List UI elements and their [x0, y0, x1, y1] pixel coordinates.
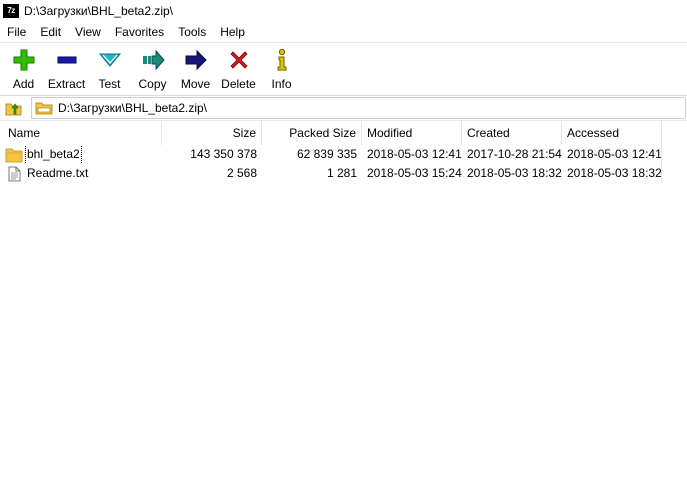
test-button[interactable]: Test [88, 43, 131, 93]
add-icon [11, 47, 37, 73]
menu-favorites[interactable]: Favorites [108, 22, 171, 42]
menu-tools[interactable]: Tools [171, 22, 213, 42]
size-cell: 2 568 [226, 166, 257, 180]
menu-bar: File Edit View Favorites Tools Help [0, 22, 687, 42]
title-bar: 7z D:\Загрузки\BHL_beta2.zip\ [0, 0, 687, 22]
archive-folder-icon [35, 102, 53, 114]
info-icon [269, 47, 295, 73]
extract-label: Extract [47, 77, 86, 91]
extract-icon [54, 47, 80, 73]
copy-button[interactable]: Copy [131, 43, 174, 93]
delete-button[interactable]: Delete [217, 43, 260, 93]
delete-label: Delete [221, 77, 256, 91]
folder-icon [5, 148, 23, 162]
move-button[interactable]: Move [174, 43, 217, 93]
file-name: Readme.txt [27, 166, 89, 180]
menu-view[interactable]: View [68, 22, 108, 42]
add-label: Add [12, 77, 35, 91]
table-row[interactable]: bhl_beta2 143 350 378 62 839 335 2018-05… [0, 145, 687, 164]
add-button[interactable]: Add [2, 43, 45, 93]
name-cell: Readme.txt [0, 164, 162, 183]
created-cell: 2017-10-28 21:54 [467, 147, 562, 161]
window-title: D:\Загрузки\BHL_beta2.zip\ [24, 4, 174, 18]
created-cell: 2018-05-03 18:32 [467, 166, 562, 180]
file-name: bhl_beta2 [25, 145, 82, 164]
menu-edit[interactable]: Edit [33, 22, 68, 42]
column-header-modified[interactable]: Modified [362, 121, 462, 145]
modified-cell: 2018-05-03 12:41 [367, 147, 462, 161]
info-button[interactable]: Info [260, 43, 303, 93]
menu-help[interactable]: Help [213, 22, 252, 42]
column-header-accessed[interactable]: Accessed [562, 121, 662, 145]
test-label: Test [98, 77, 121, 91]
copy-icon [140, 47, 166, 73]
copy-label: Copy [138, 77, 167, 91]
path-input[interactable]: D:\Загрузки\BHL_beta2.zip\ [31, 96, 686, 119]
column-header-name[interactable]: Name [0, 121, 162, 145]
info-label: Info [271, 77, 292, 91]
list-header: Name Size Packed Size Modified Created A… [0, 121, 687, 145]
size-cell: 143 350 378 [190, 147, 257, 161]
packed-size-cell: 1 281 [326, 166, 357, 180]
test-icon [97, 47, 123, 73]
delete-icon [226, 47, 252, 73]
menu-file[interactable]: File [0, 22, 33, 42]
packed-size-cell: 62 839 335 [296, 147, 357, 161]
path-text: D:\Загрузки\BHL_beta2.zip\ [58, 100, 208, 115]
table-row[interactable]: Readme.txt 2 568 1 281 2018-05-03 15:24 … [0, 164, 687, 183]
extract-button[interactable]: Extract [45, 43, 88, 93]
column-header-size[interactable]: Size [162, 121, 262, 145]
text-file-icon [8, 166, 21, 181]
accessed-cell: 2018-05-03 18:32 [562, 164, 662, 183]
up-folder-button[interactable] [3, 97, 25, 119]
file-list: Name Size Packed Size Modified Created A… [0, 120, 687, 488]
7zip-app-icon: 7z [3, 4, 19, 18]
column-header-created[interactable]: Created [462, 121, 562, 145]
modified-cell: 2018-05-03 15:24 [367, 166, 462, 180]
move-label: Move [180, 77, 211, 91]
move-icon [183, 47, 209, 73]
accessed-cell: 2018-05-03 12:41 [562, 145, 662, 164]
address-bar: D:\Загрузки\BHL_beta2.zip\ [0, 95, 687, 119]
name-cell: bhl_beta2 [0, 145, 162, 164]
column-header-packed-size[interactable]: Packed Size [262, 121, 362, 145]
folder-up-icon [5, 103, 22, 115]
toolbar: Add Extract Test Copy Move Delete Info [0, 42, 687, 94]
